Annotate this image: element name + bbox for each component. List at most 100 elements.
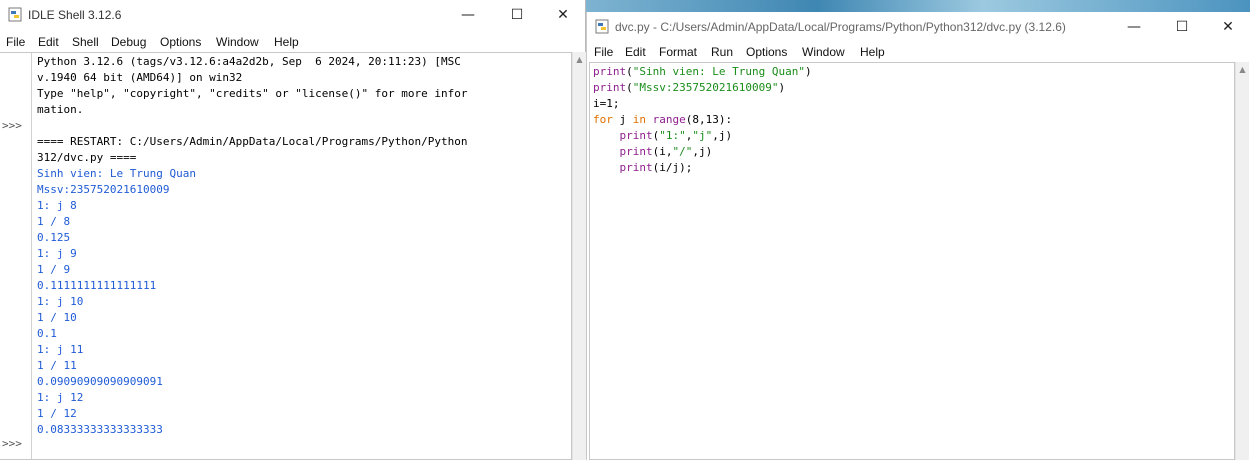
code-token: print (619, 145, 653, 158)
shell-line: 312/dvc.py ==== (37, 151, 137, 164)
shell-line: ==== RESTART: C:/Users/Admin/AppData/Loc… (37, 135, 468, 148)
code-line: print("Sinh vien: Le Trung Quan") (593, 64, 812, 80)
code-token: j (612, 113, 633, 126)
output-line: 0.08333333333333333 (37, 423, 163, 436)
desktop-background-strip (584, 0, 1250, 12)
menu-file[interactable]: File (594, 45, 613, 59)
editor-titlebar[interactable]: dvc.py - C:/Users/Admin/AppData/Local/Pr… (587, 12, 1250, 42)
code-token: (i/j); (652, 161, 693, 174)
output-line: 1: j 8 (37, 199, 77, 212)
editor-scrollbar[interactable]: ▲ (1235, 62, 1249, 460)
scroll-up-arrow-icon[interactable]: ▲ (575, 55, 584, 64)
python-app-icon (8, 7, 22, 22)
code-listing: print("Sinh vien: Le Trung Quan") print("… (593, 64, 812, 176)
close-button[interactable]: ✕ (540, 0, 586, 30)
output-line: 1 / 8 (37, 215, 71, 228)
menu-edit[interactable]: Edit (625, 45, 646, 59)
output-line: 1 / 12 (37, 407, 77, 420)
code-line: print(i,"/",j) (593, 144, 812, 160)
editor-menubar: File Edit Format Run Options Window Help (587, 42, 1250, 62)
prompt-marker: >>> (2, 119, 22, 132)
shell-scrollbar[interactable]: ▲ (572, 52, 586, 460)
code-line: for j in range(8,13): (593, 112, 812, 128)
shell-menubar: File Edit Shell Debug Options Window Help (0, 32, 585, 52)
output-line: 1: j 9 (37, 247, 77, 260)
code-token: print (593, 81, 627, 94)
menu-window[interactable]: Window (802, 45, 845, 59)
code-token: ,j) (692, 145, 713, 158)
code-token: "j" (692, 129, 713, 142)
output-line: 0.1111111111111111 (37, 279, 157, 292)
menu-window[interactable]: Window (216, 35, 259, 49)
code-token: ) (804, 65, 812, 78)
menu-options[interactable]: Options (160, 35, 201, 49)
code-token: print (619, 161, 653, 174)
code-token: "/" (672, 145, 693, 158)
code-token: "Sinh vien: Le Trung Quan" (632, 65, 805, 78)
code-line: i=1; (593, 96, 812, 112)
menu-run[interactable]: Run (711, 45, 733, 59)
code-token: range (652, 113, 686, 126)
code-token: ) (778, 81, 786, 94)
output-line: 1: j 12 (37, 391, 84, 404)
code-token: i=1; (593, 97, 620, 110)
code-token: "Mssv:235752021610009" (632, 81, 779, 94)
menu-edit[interactable]: Edit (38, 35, 59, 49)
output-line: 1: j 11 (37, 343, 84, 356)
output-line: Mssv:235752021610009 (37, 183, 170, 196)
code-token: "1:" (659, 129, 686, 142)
code-token: ( (626, 65, 633, 78)
code-token: ,j) (712, 129, 733, 142)
code-line: print("Mssv:235752021610009") (593, 80, 812, 96)
python-file-icon (595, 19, 609, 34)
menu-shell[interactable]: Shell (72, 35, 99, 49)
idle-shell-window: IDLE Shell 3.12.6 — ☐ ✕ File Edit Shell Deb… (0, 0, 586, 460)
output-line: Sinh vien: Le Trung Quan (37, 167, 196, 180)
shell-line: Type "help", "copyright", "credits" or "… (37, 87, 468, 100)
output-line: 1: j 10 (37, 295, 84, 308)
output-line: 1 / 11 (37, 359, 77, 372)
menu-help[interactable]: Help (274, 35, 299, 49)
code-token: print (619, 129, 653, 142)
code-token: in (632, 113, 646, 126)
output-line: 1 / 10 (37, 311, 77, 324)
code-token: for (593, 113, 613, 126)
shell-output: Python 3.12.6 (tags/v3.12.6:a4a2d2b, Sep… (37, 54, 467, 438)
close-button[interactable]: ✕ (1205, 12, 1250, 42)
code-token: (i, (652, 145, 673, 158)
code-token: ( (626, 81, 633, 94)
shell-line: v.1940 64 bit (AMD64)] on win32 (37, 71, 243, 84)
editor-text-area[interactable]: print("Sinh vien: Le Trung Quan") print("… (589, 62, 1235, 460)
editor-title: dvc.py - C:/Users/Admin/AppData/Local/Pr… (615, 20, 1066, 34)
output-line: 0.09090909090909091 (37, 375, 163, 388)
code-token: (8,13): (685, 113, 733, 126)
shell-titlebar[interactable]: IDLE Shell 3.12.6 — ☐ ✕ (0, 0, 585, 30)
editor-window: dvc.py - C:/Users/Admin/AppData/Local/Pr… (586, 12, 1250, 460)
shell-title: IDLE Shell 3.12.6 (28, 8, 122, 22)
output-line: 1 / 9 (37, 263, 71, 276)
minimize-button[interactable]: — (445, 0, 491, 30)
code-token: print (593, 65, 627, 78)
shell-line: mation. (37, 103, 84, 116)
menu-debug[interactable]: Debug (111, 35, 146, 49)
menu-options[interactable]: Options (746, 45, 787, 59)
menu-format[interactable]: Format (659, 45, 697, 59)
prompt-gutter: >>> >>> (0, 53, 32, 459)
maximize-button[interactable]: ☐ (1159, 12, 1205, 42)
minimize-button[interactable]: — (1111, 12, 1157, 42)
output-line: 0.125 (37, 231, 71, 244)
prompt-marker: >>> (2, 437, 22, 450)
output-line: 0.1 (37, 327, 57, 340)
maximize-button[interactable]: ☐ (494, 0, 540, 30)
menu-help[interactable]: Help (860, 45, 885, 59)
menu-file[interactable]: File (6, 35, 25, 49)
code-line: print(i/j); (593, 160, 812, 176)
scroll-up-arrow-icon[interactable]: ▲ (1238, 65, 1247, 74)
shell-text-area[interactable]: >>> >>> Python 3.12.6 (tags/v3.12.6:a4a2… (0, 52, 572, 460)
code-line: print("1:","j",j) (593, 128, 812, 144)
